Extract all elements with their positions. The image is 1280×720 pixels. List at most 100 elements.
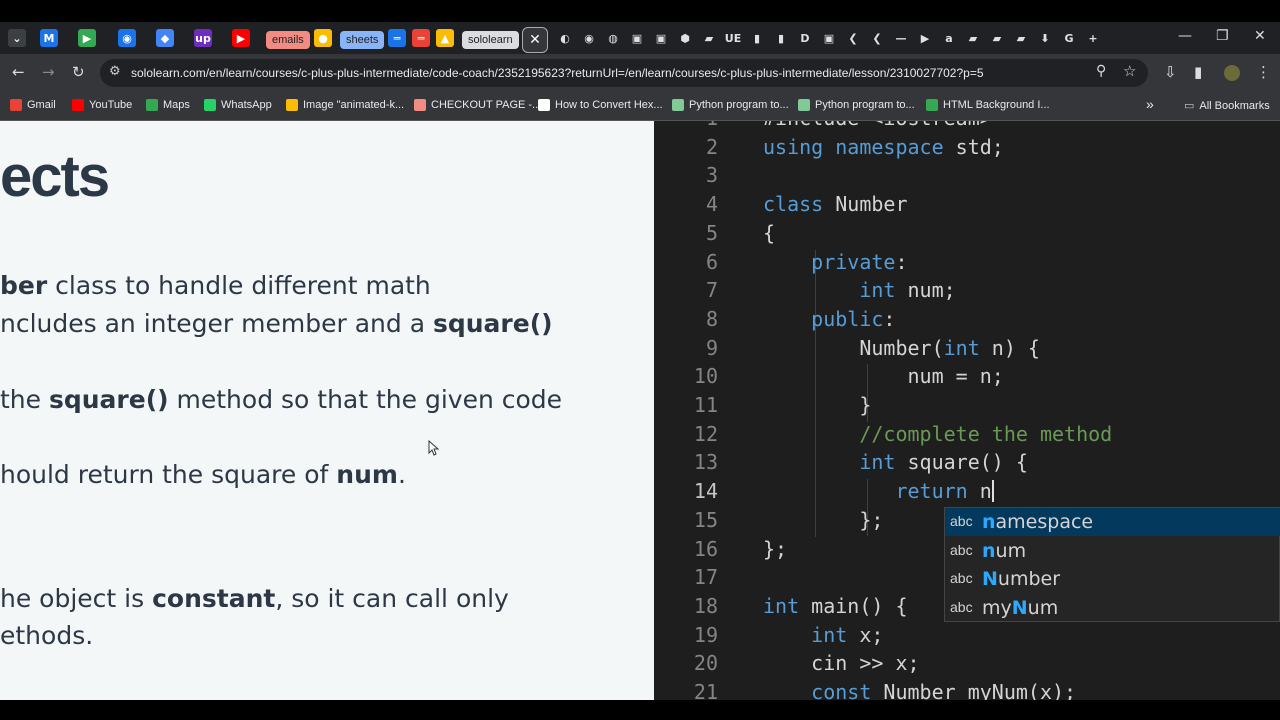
tab-sheets[interactable]: sheets	[340, 31, 385, 49]
bookmark-item[interactable]: How to Convert Hex...	[538, 99, 663, 111]
tab-favicon-icon[interactable]: ▣	[628, 29, 646, 47]
code-line[interactable]: 19 int x;	[654, 623, 1280, 651]
close-window-icon[interactable]: ✕	[1254, 28, 1266, 44]
bookmark-label: Gmail	[27, 99, 56, 111]
tab-favicon-icon[interactable]: up	[194, 29, 212, 47]
tab-favicon-icon[interactable]: ▣	[652, 29, 670, 47]
code-line[interactable]: 5{	[654, 221, 1280, 249]
text-cursor	[991, 480, 994, 503]
tab-favicon-icon[interactable]: ▶	[916, 29, 934, 47]
tab-favicon-icon[interactable]: ❮	[844, 29, 862, 47]
tab-favicon-icon[interactable]: —	[892, 29, 910, 47]
lesson-text: , so it can call only	[275, 584, 509, 613]
tab-favicon-icon[interactable]: ═	[388, 29, 406, 47]
tab-favicon-icon[interactable]: ⬇	[1036, 29, 1054, 47]
tab-favicon-icon[interactable]: G	[1060, 29, 1078, 47]
tab-favicon-icon[interactable]: UE	[724, 29, 742, 47]
code-line[interactable]: 6 private:	[654, 250, 1280, 278]
tab-favicon-icon[interactable]: M	[40, 29, 58, 47]
code-line[interactable]: 20 cin >> x;	[654, 651, 1280, 679]
code-text: return n	[763, 479, 994, 503]
bookmark-label: WhatsApp	[221, 99, 272, 111]
tab-favicon-icon[interactable]: ⬢	[676, 29, 694, 47]
tab-favicon-icon[interactable]: ◆	[156, 29, 174, 47]
bookmark-item[interactable]: WhatsApp	[204, 99, 272, 111]
all-bookmarks-button[interactable]: ▭ All Bookmarks	[1184, 99, 1270, 113]
code-line[interactable]: 8 public:	[654, 307, 1280, 335]
reload-icon[interactable]: ↻	[72, 63, 85, 81]
bookmark-item[interactable]: CHECKOUT PAGE -...	[414, 99, 541, 111]
tab-favicon-icon[interactable]: ▰	[988, 29, 1006, 47]
code-text: int x;	[763, 623, 883, 647]
tab-favicon-icon[interactable]: ⌄	[8, 29, 26, 47]
bookmark-star-icon[interactable]: ☆	[1123, 62, 1136, 80]
code-line[interactable]: 21 const Number myNum(x);	[654, 680, 1280, 700]
bookmark-item[interactable]: Image "animated-k...	[286, 99, 404, 111]
bookmark-item[interactable]: HTML Background I...	[926, 99, 1050, 111]
forward-icon[interactable]: →	[42, 63, 55, 81]
lesson-panel: ects ber class to handle different math n…	[0, 121, 654, 700]
tab-favicon-icon[interactable]: D	[796, 29, 814, 47]
code-line[interactable]: 11 }	[654, 393, 1280, 421]
tab-favicon-icon[interactable]: ▶	[78, 29, 96, 47]
code-line[interactable]: 13 int square() {	[654, 450, 1280, 478]
bookmark-item[interactable]: Gmail	[10, 99, 56, 111]
code-line[interactable]: 7 int num;	[654, 278, 1280, 306]
avatar[interactable]	[1224, 65, 1240, 81]
bookmark-item[interactable]: Python program to...	[672, 99, 789, 111]
tab-favicon-icon[interactable]: ▰	[700, 29, 718, 47]
bookmark-label: HTML Background I...	[943, 99, 1050, 111]
tab-favicon-icon[interactable]: ◐	[556, 29, 574, 47]
tab-favicon-icon[interactable]: ▲	[436, 29, 454, 47]
tab-sololearn[interactable]: sololearn	[462, 31, 519, 49]
code-line[interactable]: 4 class Number	[654, 192, 1280, 220]
tab-favicon-icon[interactable]: ▣	[820, 29, 838, 47]
menu-kebab-icon[interactable]: ⋮	[1256, 63, 1271, 81]
more-bookmarks-button[interactable]: »	[1146, 96, 1154, 112]
omnibox[interactable]: ⚙ sololearn.com/en/learn/courses/c-plus-…	[100, 59, 1148, 87]
tab-favicon-icon[interactable]: ●	[314, 29, 332, 47]
bookmark-item[interactable]: Python program to...	[798, 99, 915, 111]
suggestion-item[interactable]: abc namespace	[945, 508, 1280, 536]
restore-icon[interactable]: ❐	[1216, 28, 1229, 44]
lesson-text-line: hould return the square of num.	[0, 460, 406, 489]
tab-favicon-icon[interactable]: ▶	[232, 29, 250, 47]
active-tab-close-button[interactable]: ✕	[522, 27, 548, 53]
site-info-icon[interactable]: ⚙	[109, 64, 121, 79]
tab-favicon-icon[interactable]: ▰	[1012, 29, 1030, 47]
code-line[interactable]: 2 using namespace std;	[654, 135, 1280, 163]
suggestion-item[interactable]: abc Number	[945, 565, 1280, 593]
tab-favicon-icon[interactable]: ▰	[964, 29, 982, 47]
tab-favicon-icon[interactable]: a	[940, 29, 958, 47]
code-line[interactable]: 10 num = n;	[654, 364, 1280, 392]
zoom-icon[interactable]: ⚲	[1096, 63, 1106, 79]
code-line[interactable]: 12 //complete the method	[654, 422, 1280, 450]
url-text[interactable]: sololearn.com/en/learn/courses/c-plus-pl…	[131, 66, 984, 80]
new-tab-icon[interactable]: +	[1084, 29, 1102, 47]
code-line[interactable]: 3	[654, 163, 1280, 191]
download-icon[interactable]: ⇩	[1164, 63, 1177, 81]
suggestion-match-text: N	[982, 568, 998, 590]
tab-favicon-icon[interactable]: ◉	[580, 29, 598, 47]
minimize-icon[interactable]: —	[1178, 28, 1192, 44]
bookmark-item[interactable]: YouTube	[72, 99, 132, 111]
tab-favicon-icon[interactable]: ▮	[772, 29, 790, 47]
suggestion-item[interactable]: abc myNum	[945, 594, 1280, 622]
tab-favicon-icon[interactable]: ═	[412, 29, 430, 47]
bookmark-item[interactable]: Maps	[146, 99, 190, 111]
line-number: 12	[693, 421, 718, 446]
tab-emails[interactable]: emails	[266, 31, 310, 49]
tab-favicon-icon[interactable]: ◉	[118, 29, 136, 47]
code-token: #include <iostream>	[763, 121, 992, 130]
tab-favicon-icon[interactable]: ❮	[868, 29, 886, 47]
suggestion-item[interactable]: abc num	[945, 537, 1280, 565]
code-keyword: int	[943, 335, 980, 360]
sidebar-icon[interactable]: ▮	[1194, 63, 1202, 81]
tab-favicon-icon[interactable]: ◍	[604, 29, 622, 47]
code-line[interactable]: 14 return n	[654, 479, 1280, 507]
back-icon[interactable]: ←	[12, 63, 25, 81]
code-line[interactable]: 1 #include <iostream>	[654, 121, 1280, 134]
tab-favicon-icon[interactable]: ▮	[748, 29, 766, 47]
code-line[interactable]: 9 Number(int n) {	[654, 336, 1280, 364]
